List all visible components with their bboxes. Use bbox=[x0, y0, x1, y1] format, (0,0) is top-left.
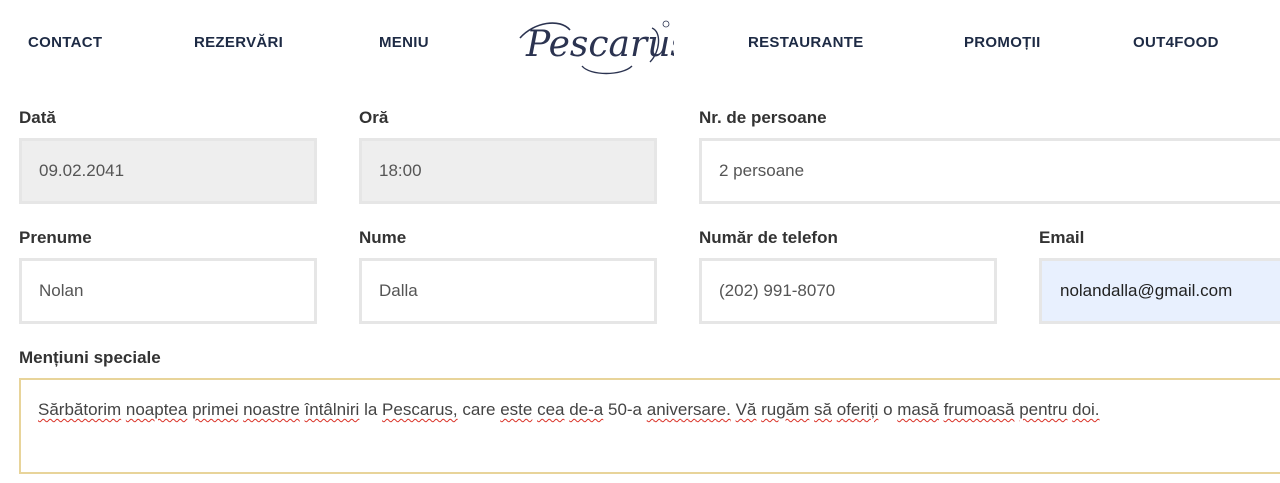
notes-word: care bbox=[462, 400, 496, 419]
notes-word: masă bbox=[897, 400, 939, 419]
notes-word: o bbox=[883, 400, 893, 419]
nav-out4food-link[interactable]: OUT4FOOD bbox=[1133, 34, 1219, 51]
notes-word: noaptea bbox=[125, 400, 188, 419]
notes-word: să bbox=[814, 400, 833, 419]
date-field[interactable]: 09.02.2041 bbox=[19, 138, 317, 204]
notes-label: Mențiuni speciale bbox=[19, 348, 161, 367]
notes-word: primei bbox=[192, 400, 239, 419]
nav-rezervari-link[interactable]: REZERVĂRI bbox=[194, 34, 283, 51]
nav-promotii-link[interactable]: PROMOȚII bbox=[964, 34, 1041, 51]
notes-word: 50-a bbox=[607, 400, 643, 419]
time-label: Oră bbox=[359, 108, 389, 127]
notes-word: de-a bbox=[569, 400, 604, 419]
pescarus-logo-image: Pescarus bbox=[519, 20, 689, 75]
pescarus-logo-text: Pescarus bbox=[525, 24, 674, 65]
notes-word: Sărbătorim bbox=[38, 400, 122, 419]
email-input[interactable]: nolandalla@gmail.com bbox=[1039, 258, 1280, 324]
notes-word: la bbox=[364, 400, 378, 419]
notes-word: este bbox=[500, 400, 533, 419]
notes-word: aniversare. bbox=[646, 400, 731, 419]
notes-word: oferiți bbox=[836, 400, 879, 419]
notes-word: frumoasă bbox=[943, 400, 1015, 419]
notes-word: doi. bbox=[1072, 400, 1100, 419]
notes-word: noastre bbox=[243, 400, 300, 419]
notes-word: Pescarus, bbox=[382, 400, 458, 419]
notes-word: pentru bbox=[1019, 400, 1068, 419]
pescarus-logo[interactable]: Pescarus bbox=[512, 8, 689, 80]
persons-select[interactable]: 2 persoane bbox=[699, 138, 1280, 204]
notes-word: Vă bbox=[735, 400, 757, 419]
time-field[interactable]: 18:00 bbox=[359, 138, 657, 204]
last-name-input[interactable]: Dalla bbox=[359, 258, 657, 324]
nav-restaurante-link[interactable]: RESTAURANTE bbox=[748, 34, 864, 51]
phone-label: Număr de telefon bbox=[699, 228, 838, 247]
nav-contact-link[interactable]: CONTACT bbox=[28, 34, 102, 51]
first-name-label: Prenume bbox=[19, 228, 92, 247]
nav-meniu-link[interactable]: MENIU bbox=[379, 34, 429, 51]
notes-textarea[interactable]: Sărbătorim noaptea primei noastre întâln… bbox=[19, 378, 1280, 474]
email-label: Email bbox=[1039, 228, 1085, 247]
top-navigation: CONTACT REZERVĂRI MENIU Pescarus RESTAUR… bbox=[0, 0, 1280, 90]
first-name-input[interactable]: Nolan bbox=[19, 258, 317, 324]
date-label: Dată bbox=[19, 108, 56, 127]
persons-label: Nr. de persoane bbox=[699, 108, 827, 127]
last-name-label: Nume bbox=[359, 228, 407, 247]
notes-word: cea bbox=[537, 400, 565, 419]
phone-input[interactable]: (202) 991-8070 bbox=[699, 258, 997, 324]
notes-word: întâlniri bbox=[304, 400, 360, 419]
notes-word: rugăm bbox=[761, 400, 810, 419]
